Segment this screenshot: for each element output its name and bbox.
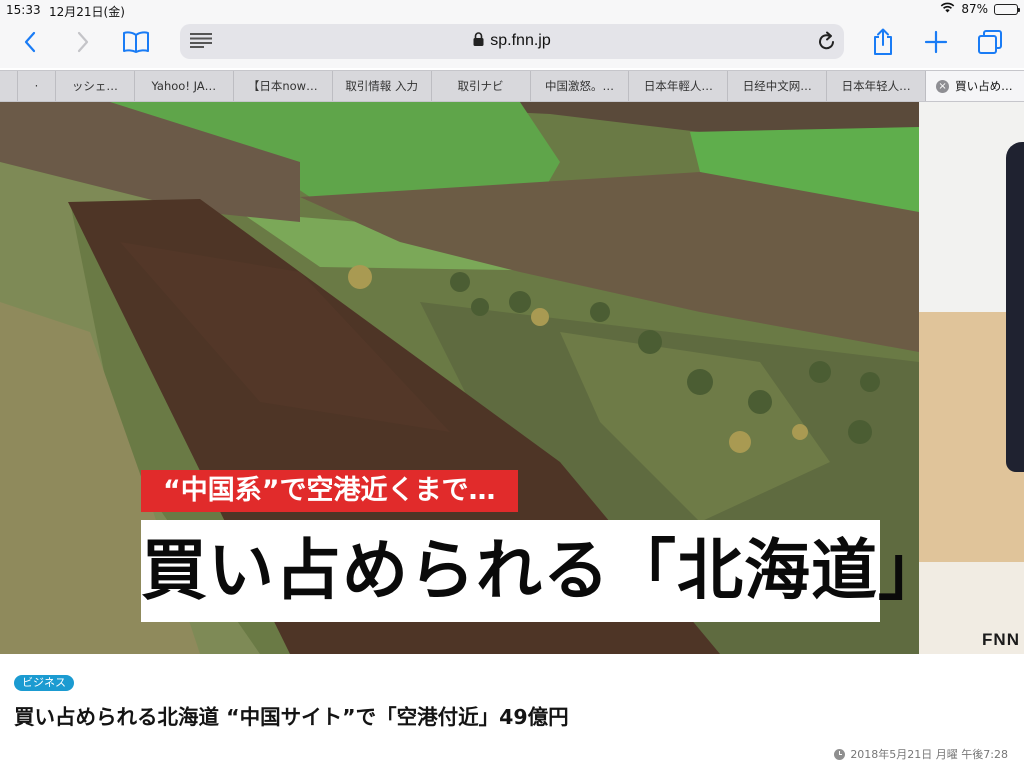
new-tab-button[interactable] xyxy=(918,20,954,64)
chevron-left-icon xyxy=(24,31,36,53)
tab-label: 中国激怒。… xyxy=(544,79,614,93)
tab-label: 日经中文网… xyxy=(742,79,812,93)
tab-item[interactable]: 【日本now… xyxy=(234,71,333,101)
tab-label: 取引情報 入力 xyxy=(345,79,418,93)
back-button[interactable] xyxy=(12,20,48,64)
book-icon xyxy=(123,31,149,53)
share-icon xyxy=(874,28,892,55)
article-timestamp: 2018年5月21日 月曜 午後7:28 xyxy=(834,746,1008,762)
tab-item[interactable]: 日经中文网… xyxy=(728,71,828,101)
status-bar: 15:33 12月21日(金) 87% xyxy=(0,0,1024,20)
timestamp-text: 2018年5月21日 月曜 午後7:28 xyxy=(850,748,1008,761)
bookmarks-button[interactable] xyxy=(116,20,156,64)
tab-label: 取引ナビ xyxy=(457,79,504,93)
news-video[interactable]: FNN “中国系”で空港近くまで… 買い占められる「北海道」 xyxy=(0,102,1024,654)
tab-label: 【日本now… xyxy=(247,79,318,93)
clock-icon xyxy=(834,748,846,760)
url-field[interactable]: sp.fnn.jp xyxy=(180,32,844,51)
tab-item[interactable]: 取引情報 入力 xyxy=(333,71,432,101)
close-tab-icon[interactable]: × xyxy=(936,79,950,93)
article-headline: 買い占められる北海道 “中国サイト”で「空港付近」49億円 xyxy=(14,705,569,729)
url-text: sp.fnn.jp xyxy=(490,32,551,49)
tab-label: ッシェ… xyxy=(71,79,118,93)
status-right: 87% xyxy=(940,2,1020,16)
tab-item[interactable] xyxy=(0,71,18,101)
tabs-icon xyxy=(978,30,1002,54)
tab-label: 買い占め… xyxy=(955,79,1013,93)
tab-item[interactable]: 日本年轻人… xyxy=(827,71,927,101)
reload-icon xyxy=(819,31,834,50)
reload-button[interactable] xyxy=(818,31,836,55)
share-button[interactable] xyxy=(865,20,901,64)
tab-item[interactable]: 日本年輕人… xyxy=(629,71,729,101)
caption-title: 買い占められる「北海道」 xyxy=(141,520,944,622)
forward-button[interactable] xyxy=(65,20,101,64)
browser-toolbar: sp.fnn.jp xyxy=(0,20,1024,68)
tab-item-active[interactable]: × 買い占め… xyxy=(926,71,1024,101)
presenter-figure xyxy=(1006,142,1024,472)
tab-label: 日本年輕人… xyxy=(643,79,713,93)
tab-label: 日本年轻人… xyxy=(841,79,911,93)
address-bar[interactable]: sp.fnn.jp xyxy=(180,24,844,59)
chevron-right-icon xyxy=(77,31,89,53)
tab-bar: · ッシェ… Yahoo! JA… 【日本now… 取引情報 入力 取引ナビ 中… xyxy=(0,70,1024,102)
broadcaster-logo: FNN xyxy=(982,630,1020,649)
battery-icon xyxy=(994,3,1020,15)
category-badge[interactable]: ビジネス xyxy=(14,675,74,691)
plus-icon xyxy=(924,30,948,54)
tab-label: Yahoo! JA… xyxy=(151,79,217,93)
wifi-icon xyxy=(940,2,955,16)
tab-item[interactable]: Yahoo! JA… xyxy=(135,71,234,101)
lock-icon xyxy=(473,32,484,51)
caption-subtitle: “中国系”で空港近くまで… xyxy=(141,470,518,512)
tab-item[interactable]: ッシェ… xyxy=(56,71,135,101)
tab-item[interactable]: · xyxy=(18,71,56,101)
battery-percent: 87% xyxy=(961,2,988,16)
tab-label: · xyxy=(34,79,39,93)
status-time: 15:33 xyxy=(6,3,41,17)
tab-item[interactable]: 中国激怒。… xyxy=(531,71,630,101)
tabs-overview-button[interactable] xyxy=(972,20,1008,64)
tab-item[interactable]: 取引ナビ xyxy=(432,71,531,101)
status-date: 12月21日(金) xyxy=(49,5,125,19)
